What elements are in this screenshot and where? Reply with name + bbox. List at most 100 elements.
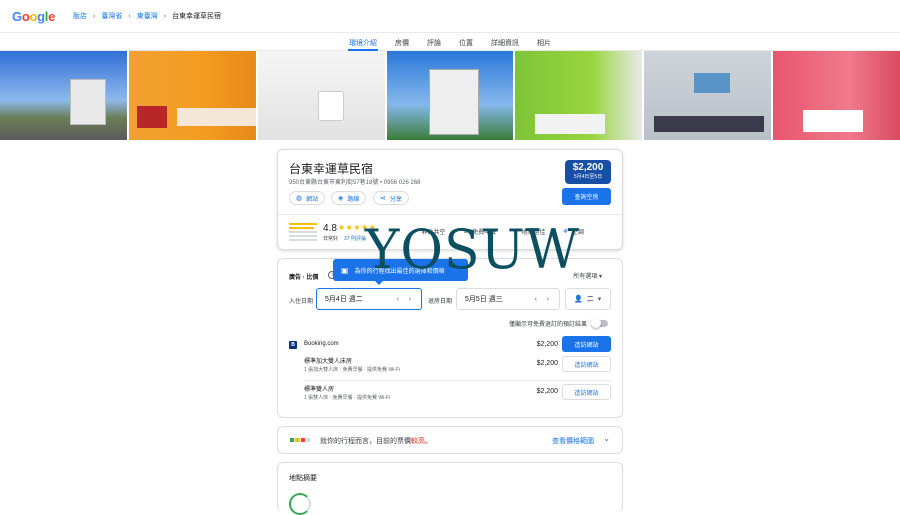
prev-date-icon[interactable]: ‹	[535, 296, 537, 303]
breadcrumb-hotels[interactable]: 飯店	[73, 11, 87, 21]
rating-value: 4.8	[323, 223, 337, 234]
chevron-down-icon: ▾	[598, 274, 602, 280]
breakfast-icon: ☕	[463, 229, 469, 235]
location-score-ring	[289, 493, 311, 515]
globe-icon: ◍	[296, 195, 303, 202]
checkin-label: 入住日期	[289, 299, 314, 305]
chevron-down-icon: ▾	[597, 296, 602, 303]
directions-icon: ◈	[338, 195, 344, 202]
hotel-name: 台東幸運草民宿	[289, 162, 374, 176]
snowflake-icon: ❄	[563, 229, 569, 235]
breadcrumb-region[interactable]: 臺灣省	[101, 11, 122, 21]
free-cancel-label: 僅顯示可免費退訂的預訂結果	[508, 322, 587, 328]
check-availability-button[interactable]: 查詢空房	[562, 188, 611, 205]
breadcrumb-separator: ›	[93, 12, 96, 20]
location-card: 地點摘要	[277, 462, 623, 515]
google-logo[interactable]: Google	[12, 9, 55, 24]
header-divider	[278, 214, 622, 215]
amenity-3: ⚑ 地點絕佳	[512, 229, 546, 236]
hotel-header-card: 台東幸運草民宿 950台東縣台東市東利街57巷18號 • 0956 026 26…	[277, 149, 623, 250]
rating-bars	[289, 223, 317, 241]
booking-logo-icon: B	[289, 341, 297, 349]
tab-photos[interactable]: 相片	[528, 33, 560, 50]
room-1-desc: 1 張加大雙人床 · 免費早餐 · 提供免費 Wi-Fi	[304, 367, 401, 373]
tooltip-text: 為你的行程找出最佳的選擇和價格	[354, 268, 445, 275]
guests-field[interactable]: 👤 二 ▾	[565, 288, 611, 310]
provider-price: $2,200	[536, 341, 558, 348]
room-1-visit-button[interactable]: 造訪網站	[562, 356, 611, 372]
price-insight-text: 就你的行程而言，目前的票價較高。	[320, 438, 432, 445]
breadcrumb-subregion[interactable]: 東臺灣	[137, 11, 158, 21]
section-tabs: 環境介紹 房價 評論 位置 詳細資訊 相片	[0, 32, 900, 51]
directions-chip[interactable]: ◈ 路線	[331, 191, 367, 205]
checkin-field[interactable]: 5月4日 週二 ‹ ›	[316, 288, 422, 310]
share-chip[interactable]: ⋖ 分享	[373, 191, 409, 205]
price-range-link[interactable]: 查看價格範圍	[552, 436, 594, 446]
rating-stars: ★★★★★	[338, 223, 377, 232]
visit-site-button[interactable]: 造訪網站	[562, 336, 611, 352]
flag-icon: ⚑	[512, 229, 518, 235]
location-title: 地點摘要	[289, 475, 317, 482]
checkout-label: 退房日期	[428, 299, 453, 305]
photo-living-room[interactable]	[644, 51, 772, 140]
person-icon: 👤	[574, 296, 583, 303]
room-2-price: $2,200	[536, 388, 558, 395]
provider-name: Booking.com	[304, 341, 339, 347]
tab-overview[interactable]: 環境介紹	[340, 33, 386, 51]
free-cancel-toggle[interactable]	[591, 318, 608, 328]
amenity-2: ☕ 免費早餐	[463, 229, 497, 236]
photo-building[interactable]	[386, 51, 514, 140]
room-1-price: $2,200	[536, 360, 558, 367]
checkin-value: 5月4日 週二	[325, 296, 363, 303]
photo-bathroom[interactable]	[257, 51, 385, 140]
prev-date-icon[interactable]: ‹	[397, 296, 399, 303]
directions-label: 路線	[347, 196, 360, 203]
rating-label: 非常好	[323, 236, 339, 242]
star-outline-icon: ☆	[412, 229, 418, 235]
sort-dropdown[interactable]: 所有選項 ▾	[573, 271, 602, 280]
amenity-1: ☆ 非公共空	[412, 229, 446, 236]
photo-pink-room[interactable]	[773, 51, 900, 140]
checkout-field[interactable]: 5月5日 週三 ‹ ›	[456, 288, 560, 310]
tab-location[interactable]: 位置	[450, 33, 482, 50]
calendar-icon: ▣	[341, 265, 349, 275]
guests-value: 二	[586, 296, 594, 303]
tab-details[interactable]: 詳細資訊	[482, 33, 528, 50]
room-divider	[304, 380, 611, 381]
tab-prices[interactable]: 房價	[386, 33, 418, 50]
price-value: $2,200	[572, 162, 604, 173]
room-1-name: 標準加大雙人床房	[304, 359, 353, 365]
breadcrumb-separator: ›	[128, 12, 131, 20]
price-high-highlight: 較高	[411, 438, 425, 445]
booking-card: 廣告 · 比價 i 所有選項 ▾ 入住日期 5月4日 週二 ‹ › 退房日期 5…	[277, 258, 623, 418]
ad-label: 廣告 · 比價	[289, 275, 319, 281]
share-icon: ⋖	[380, 195, 386, 202]
price-badge[interactable]: $2,200 5月4日至5日	[565, 160, 611, 184]
chevron-down-icon[interactable]: ⌄	[603, 434, 610, 443]
room-2-desc: 1 張雙人床 · 免費早餐 · 提供免費 Wi-Fi	[304, 395, 391, 401]
tab-reviews[interactable]: 評論	[418, 33, 450, 50]
price-insight-card[interactable]: 就你的行程而言，目前的票價較高。 查看價格範圍 ⌄	[277, 426, 623, 454]
calendar-tooltip: ▣ 為你的行程找出最佳的選擇和價格	[333, 259, 468, 285]
checkout-value: 5月5日 週三	[465, 296, 503, 303]
price-gauge-icon	[290, 438, 310, 442]
room-2-name: 標準雙人房	[304, 387, 335, 393]
photo-exterior[interactable]	[0, 51, 127, 140]
hotel-address: 950台東縣台東市東利街57巷18號 • 0956 026 268	[289, 180, 421, 186]
photo-green-room[interactable]	[515, 51, 643, 140]
top-bar: Google 飯店 › 臺灣省 › 東臺灣 › 台東幸運草民宿	[0, 0, 900, 32]
room-2-visit-button[interactable]: 造訪網站	[562, 384, 611, 400]
reviews-link[interactable]: 37 則評論	[344, 235, 366, 242]
breadcrumb-separator: ›	[163, 12, 167, 20]
share-label: 分享	[389, 196, 402, 203]
breadcrumb-current: 台東幸運草民宿	[172, 13, 222, 20]
next-date-icon[interactable]: ›	[409, 296, 411, 303]
photo-strip	[0, 51, 900, 140]
website-label: 網站	[306, 196, 319, 203]
price-date: 5月4日至5日	[573, 174, 603, 180]
amenity-4: ❄ 空調	[563, 229, 585, 236]
breadcrumb: 飯店 › 臺灣省 › 東臺灣 › 台東幸運草民宿	[73, 11, 221, 21]
website-chip[interactable]: ◍ 網站	[289, 191, 326, 205]
next-date-icon[interactable]: ›	[547, 296, 549, 303]
photo-orange-room[interactable]	[128, 51, 256, 140]
